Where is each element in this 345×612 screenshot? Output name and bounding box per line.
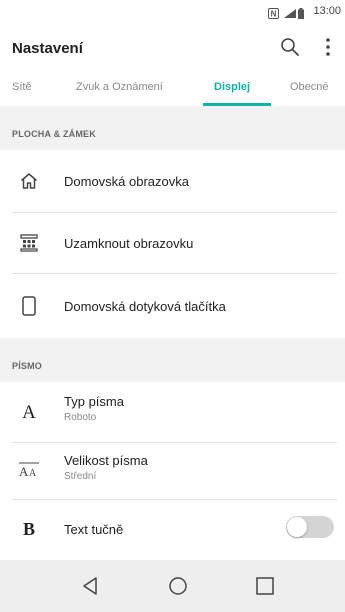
list-item-bold-text[interactable]: B Text tučně bbox=[0, 500, 345, 558]
tab-site[interactable]: Sítě bbox=[12, 81, 32, 93]
home-button[interactable] bbox=[163, 572, 193, 600]
list-item-label: Typ písma bbox=[64, 394, 124, 409]
bold-text-toggle[interactable] bbox=[286, 516, 334, 538]
font-type-icon: A bbox=[18, 402, 40, 424]
page-title: Nastavení bbox=[12, 40, 83, 57]
list-item-lock-screen[interactable]: Uzamknout obrazovku bbox=[0, 213, 345, 273]
more-options-button[interactable] bbox=[318, 34, 338, 60]
list-item-label: Text tučně bbox=[64, 522, 124, 537]
section-header-label: PLOCHA & ZÁMEK bbox=[12, 129, 96, 139]
home-icon bbox=[18, 170, 40, 192]
back-button[interactable] bbox=[76, 572, 106, 600]
section-header-font: PÍSMO bbox=[0, 338, 345, 382]
lock-screen-icon bbox=[18, 232, 40, 254]
tab-bar: Sítě Zvuk a Oznámení Displej Obecné bbox=[0, 70, 345, 106]
app-bar: Nastavení bbox=[0, 24, 345, 70]
list-item-home-touch-buttons[interactable]: Domovská dotyková tlačítka bbox=[0, 274, 345, 338]
status-time: 13:00 bbox=[313, 5, 341, 17]
list-item-label: Uzamknout obrazovku bbox=[64, 236, 194, 251]
list-item-label: Velikost písma bbox=[64, 453, 148, 468]
list-item-value: Roboto bbox=[64, 412, 97, 423]
more-vertical-icon bbox=[326, 38, 330, 56]
battery-icon bbox=[298, 6, 309, 19]
list-item-value: Střední bbox=[64, 471, 97, 482]
bold-text-glyph: B bbox=[22, 518, 35, 539]
tab-display[interactable]: Displej bbox=[214, 81, 250, 93]
tab-general[interactable]: Obecné bbox=[290, 81, 329, 93]
home-circle-icon bbox=[169, 577, 187, 595]
navigation-bar bbox=[0, 560, 345, 612]
svg-text:N: N bbox=[271, 9, 277, 18]
section-header-home-lock: PLOCHA & ZÁMEK bbox=[0, 106, 345, 150]
phone-buttons-icon bbox=[18, 295, 40, 317]
nfc-icon: N bbox=[268, 6, 280, 19]
svg-text:A: A bbox=[19, 464, 29, 479]
list-item-font-size[interactable]: A A Velikost písma Střední bbox=[0, 443, 345, 499]
recents-icon bbox=[256, 577, 274, 595]
recents-button[interactable] bbox=[250, 572, 280, 600]
search-icon bbox=[281, 38, 299, 56]
section-header-label: PÍSMO bbox=[12, 361, 43, 371]
bold-text-icon: B bbox=[18, 518, 40, 540]
list-item-label: Domovská obrazovka bbox=[64, 174, 189, 189]
back-icon bbox=[83, 577, 97, 595]
signal-icon bbox=[283, 6, 297, 18]
search-button[interactable] bbox=[277, 34, 303, 60]
list-item-home-screen[interactable]: Domovská obrazovka bbox=[0, 150, 345, 212]
status-bar: N 13:00 bbox=[0, 0, 345, 24]
font-size-icon: A A bbox=[18, 459, 40, 481]
toggle-knob bbox=[287, 517, 307, 537]
list-item-font-type[interactable]: A Typ písma Roboto bbox=[0, 382, 345, 442]
font-type-glyph: A bbox=[22, 402, 36, 423]
status-icons: N 13:00 bbox=[268, 5, 341, 19]
tab-sound-notifications[interactable]: Zvuk a Oznámení bbox=[76, 81, 163, 93]
list-item-label: Domovská dotyková tlačítka bbox=[64, 299, 226, 314]
svg-text:A: A bbox=[29, 468, 37, 479]
